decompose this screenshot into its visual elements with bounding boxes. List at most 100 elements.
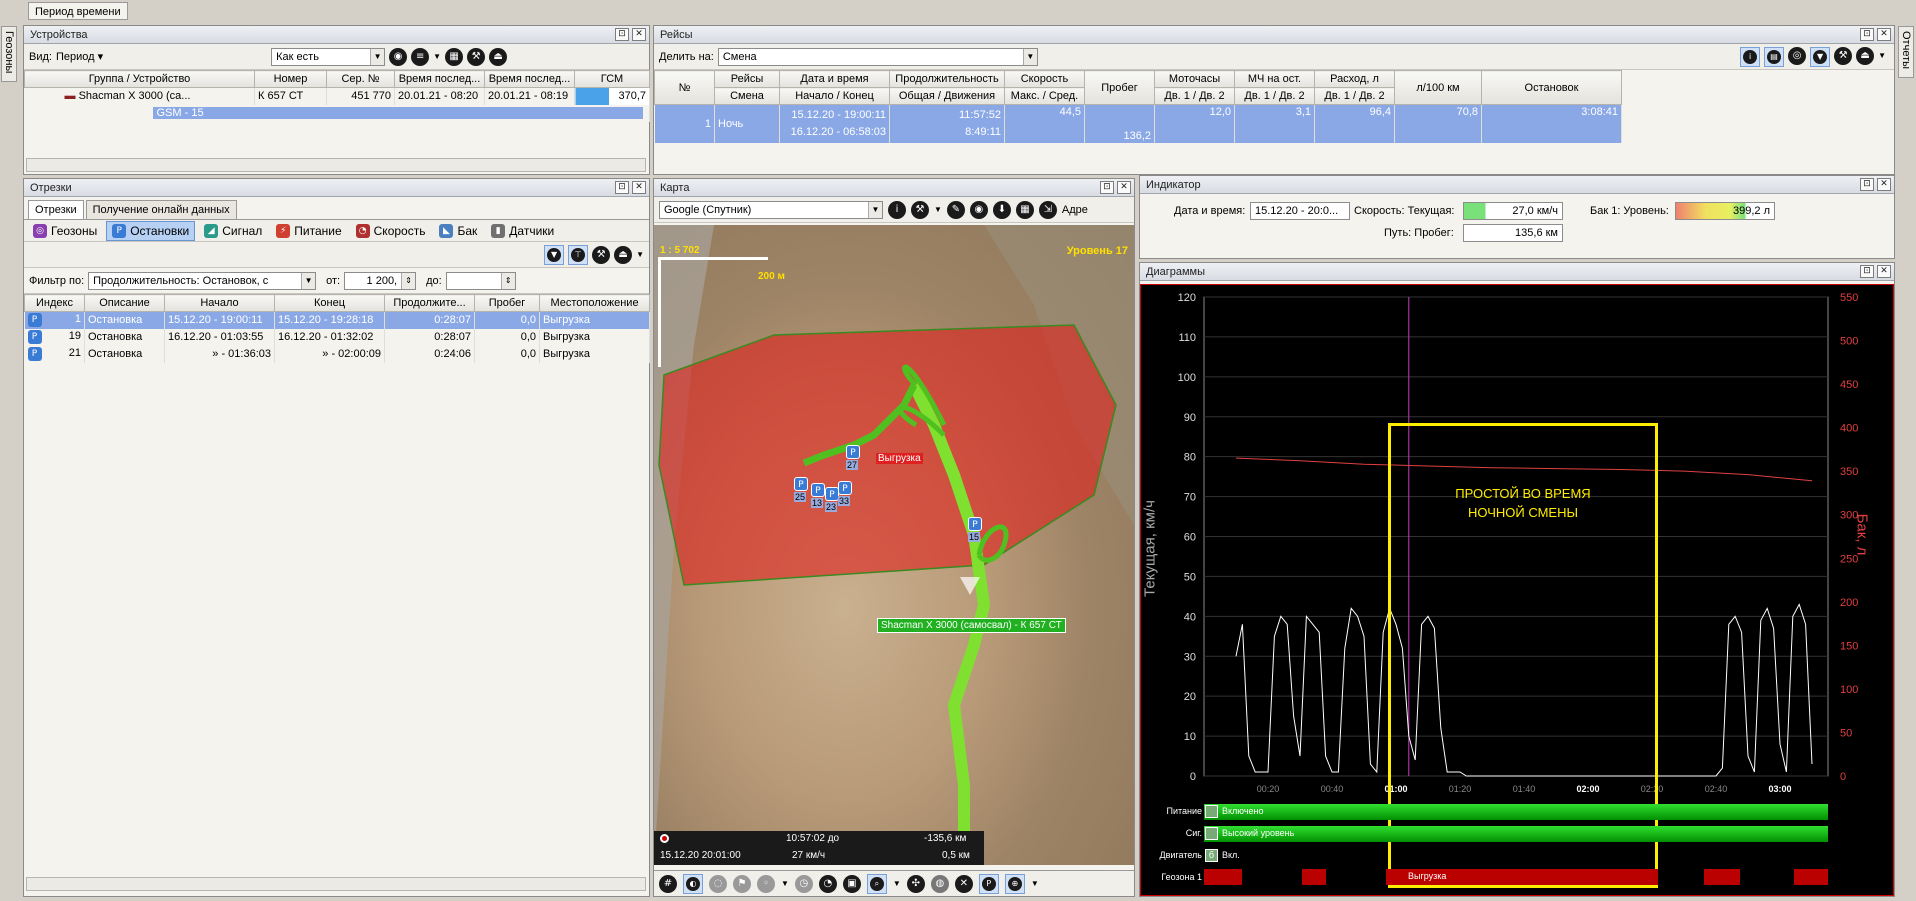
flag-icon[interactable]: ⚑: [733, 874, 751, 893]
wrench-icon[interactable]: ⚒: [1834, 47, 1853, 65]
compass-icon[interactable]: ✣: [906, 874, 925, 893]
map-marker[interactable]: P 33: [838, 481, 852, 507]
col-total-moving[interactable]: Общая / Движения: [889, 87, 1005, 105]
center-icon[interactable]: ⊕: [1004, 873, 1025, 894]
col-start[interactable]: Начало: [164, 294, 275, 312]
filter-stops[interactable]: P Остановки: [106, 220, 196, 241]
chevron-down-icon[interactable]: ▼: [893, 879, 901, 888]
map-canvas[interactable]: 1 : 5 702 200 м Уровень 17 Выгрузка P 27 …: [654, 225, 1134, 865]
col-eng2[interactable]: Дв. 1 / Дв. 2: [1234, 87, 1315, 105]
report-icon[interactable]: ▤: [1764, 47, 1785, 67]
vehicle-label[interactable]: Shacman X 3000 (самосвал) - К 657 СТ: [877, 618, 1066, 633]
grid-icon[interactable]: ▦: [445, 47, 464, 66]
map-marker[interactable]: P 25: [794, 477, 808, 503]
info-icon[interactable]: i: [888, 200, 906, 219]
close-icon[interactable]: ✕: [1117, 181, 1131, 194]
close-icon[interactable]: ✕: [632, 181, 646, 194]
col-location[interactable]: Местоположение: [539, 294, 650, 312]
export-icon[interactable]: ⇲: [1038, 200, 1057, 219]
col-description[interactable]: Описание: [84, 294, 165, 312]
address-label[interactable]: Адре: [1062, 204, 1088, 216]
chevron-down-icon[interactable]: ▼: [934, 205, 942, 214]
col-per100[interactable]: л/100 км: [1394, 70, 1482, 105]
signal-band[interactable]: Высокий уровень: [1204, 826, 1828, 842]
info-icon[interactable]: i: [1740, 47, 1761, 67]
filter-tank[interactable]: ◣ Бак: [434, 222, 482, 240]
speedometer-icon[interactable]: ◔: [818, 874, 837, 893]
clock-icon[interactable]: ◷: [794, 874, 813, 893]
col-group[interactable]: Группа / Устройство: [24, 70, 255, 88]
filter-signal[interactable]: ◢ Сигнал: [199, 222, 267, 240]
filter-icon[interactable]: ▼: [1810, 47, 1831, 67]
tools-icon[interactable]: ⚒: [911, 200, 929, 219]
pin-icon[interactable]: ⊡: [1860, 28, 1874, 41]
layers-icon[interactable]: ▣: [842, 874, 861, 893]
col-fuel[interactable]: ГСМ: [574, 70, 650, 88]
map-marker[interactable]: P 23: [825, 487, 839, 513]
tab-segments[interactable]: Отрезки: [28, 200, 84, 219]
target-icon[interactable]: ◎: [1788, 47, 1807, 65]
close-icon[interactable]: ✕: [1877, 28, 1891, 41]
filter-power[interactable]: ⚡ Питание: [271, 222, 346, 240]
table-row[interactable]: P 21 Остановка » - 01:36:03 » - 02:00:09 …: [24, 345, 650, 363]
eject-icon[interactable]: ⏏: [614, 245, 633, 264]
geozone-band[interactable]: Выгрузка: [1204, 869, 1828, 885]
wrench-icon[interactable]: ⚒: [592, 245, 611, 264]
split-select[interactable]: Смена ▼: [717, 47, 1038, 66]
from-input[interactable]: 1 200, ⇕: [344, 271, 417, 290]
close-icon[interactable]: ✕: [1877, 265, 1891, 278]
close-icon[interactable]: ✕: [632, 28, 646, 41]
col-duration[interactable]: Продолжительность: [889, 70, 1005, 88]
col-consumption[interactable]: Расход, л: [1314, 70, 1395, 88]
filter-by-select[interactable]: Продолжительность: Остановок, с ▼: [88, 271, 317, 290]
reports-side-tab[interactable]: Отчеты: [1898, 26, 1914, 78]
col-speed[interactable]: Скорость: [1004, 70, 1085, 88]
col-duration[interactable]: Продолжите...: [384, 294, 475, 312]
tab-online-data[interactable]: Получение онлайн данных: [85, 200, 237, 219]
close-icon[interactable]: ✕: [1877, 178, 1891, 191]
devices-hscroll[interactable]: [26, 158, 646, 172]
segments-hscroll[interactable]: [26, 877, 646, 891]
col-motohours[interactable]: Моточасы: [1154, 70, 1235, 88]
table-row[interactable]: P 19 Остановка 16.12.20 - 01:03:55 16.12.…: [24, 328, 650, 346]
chevron-down-icon[interactable]: ▼: [433, 52, 441, 61]
pin-icon[interactable]: ⊡: [615, 181, 629, 194]
col-trips[interactable]: Рейсы: [714, 70, 780, 88]
col-mileage[interactable]: Пробег: [474, 294, 540, 312]
col-number[interactable]: Номер: [254, 70, 327, 88]
route-icon[interactable]: ◐: [683, 873, 703, 894]
clear-icon[interactable]: ✕: [954, 874, 973, 893]
col-max-avg[interactable]: Макс. / Сред.: [1004, 87, 1085, 105]
eject-icon[interactable]: ⏏: [1856, 47, 1875, 65]
layers-icon[interactable]: ▦: [1015, 200, 1034, 219]
col-eng1[interactable]: Дв. 1 / Дв. 2: [1154, 87, 1235, 105]
globe-icon[interactable]: ◍: [930, 874, 949, 893]
pin-icon[interactable]: ⊡: [615, 28, 629, 41]
col-time2[interactable]: Время послед...: [484, 70, 575, 88]
engine-band[interactable]: б Вкл.: [1204, 848, 1404, 864]
map-marker[interactable]: P 13: [811, 483, 825, 509]
map-marker[interactable]: P 15: [968, 517, 982, 543]
col-mileage[interactable]: Пробег: [1084, 70, 1155, 105]
wrench-icon[interactable]: ⚒: [467, 47, 486, 66]
zone-tool-icon[interactable]: ◌: [709, 874, 727, 893]
to-input[interactable]: ⇕: [445, 271, 516, 290]
col-num[interactable]: №: [654, 70, 715, 105]
period-tab[interactable]: Период времени: [28, 2, 128, 20]
chevron-down-icon[interactable]: ▼: [781, 879, 789, 888]
map-provider-select[interactable]: Google (Спутник) ▼: [659, 200, 883, 219]
filter-speed[interactable]: ◔ Скорость: [351, 222, 431, 240]
col-datetime[interactable]: Дата и время: [779, 70, 890, 88]
col-stops[interactable]: Остановок: [1481, 70, 1622, 105]
zoom-icon[interactable]: ⌕: [866, 873, 887, 894]
filter-geozones[interactable]: ◎ Геозоны: [28, 222, 102, 240]
device-row[interactable]: ▬ Shacman X 3000 (са... К 657 СТ 451 770…: [24, 87, 650, 105]
filter-sensors[interactable]: ▮ Датчики: [486, 222, 559, 240]
eject-icon[interactable]: ⏏: [489, 47, 508, 66]
col-eng3[interactable]: Дв. 1 / Дв. 2: [1314, 87, 1395, 105]
chevron-down-icon[interactable]: ▼: [636, 250, 644, 259]
poi-icon[interactable]: ◉: [969, 200, 988, 219]
table-row[interactable]: P1 Остановка 15.12.20 - 19:00:11 15.12.2…: [24, 311, 650, 329]
download-icon[interactable]: ⬇: [992, 200, 1011, 219]
power-band[interactable]: Включено: [1204, 804, 1828, 820]
